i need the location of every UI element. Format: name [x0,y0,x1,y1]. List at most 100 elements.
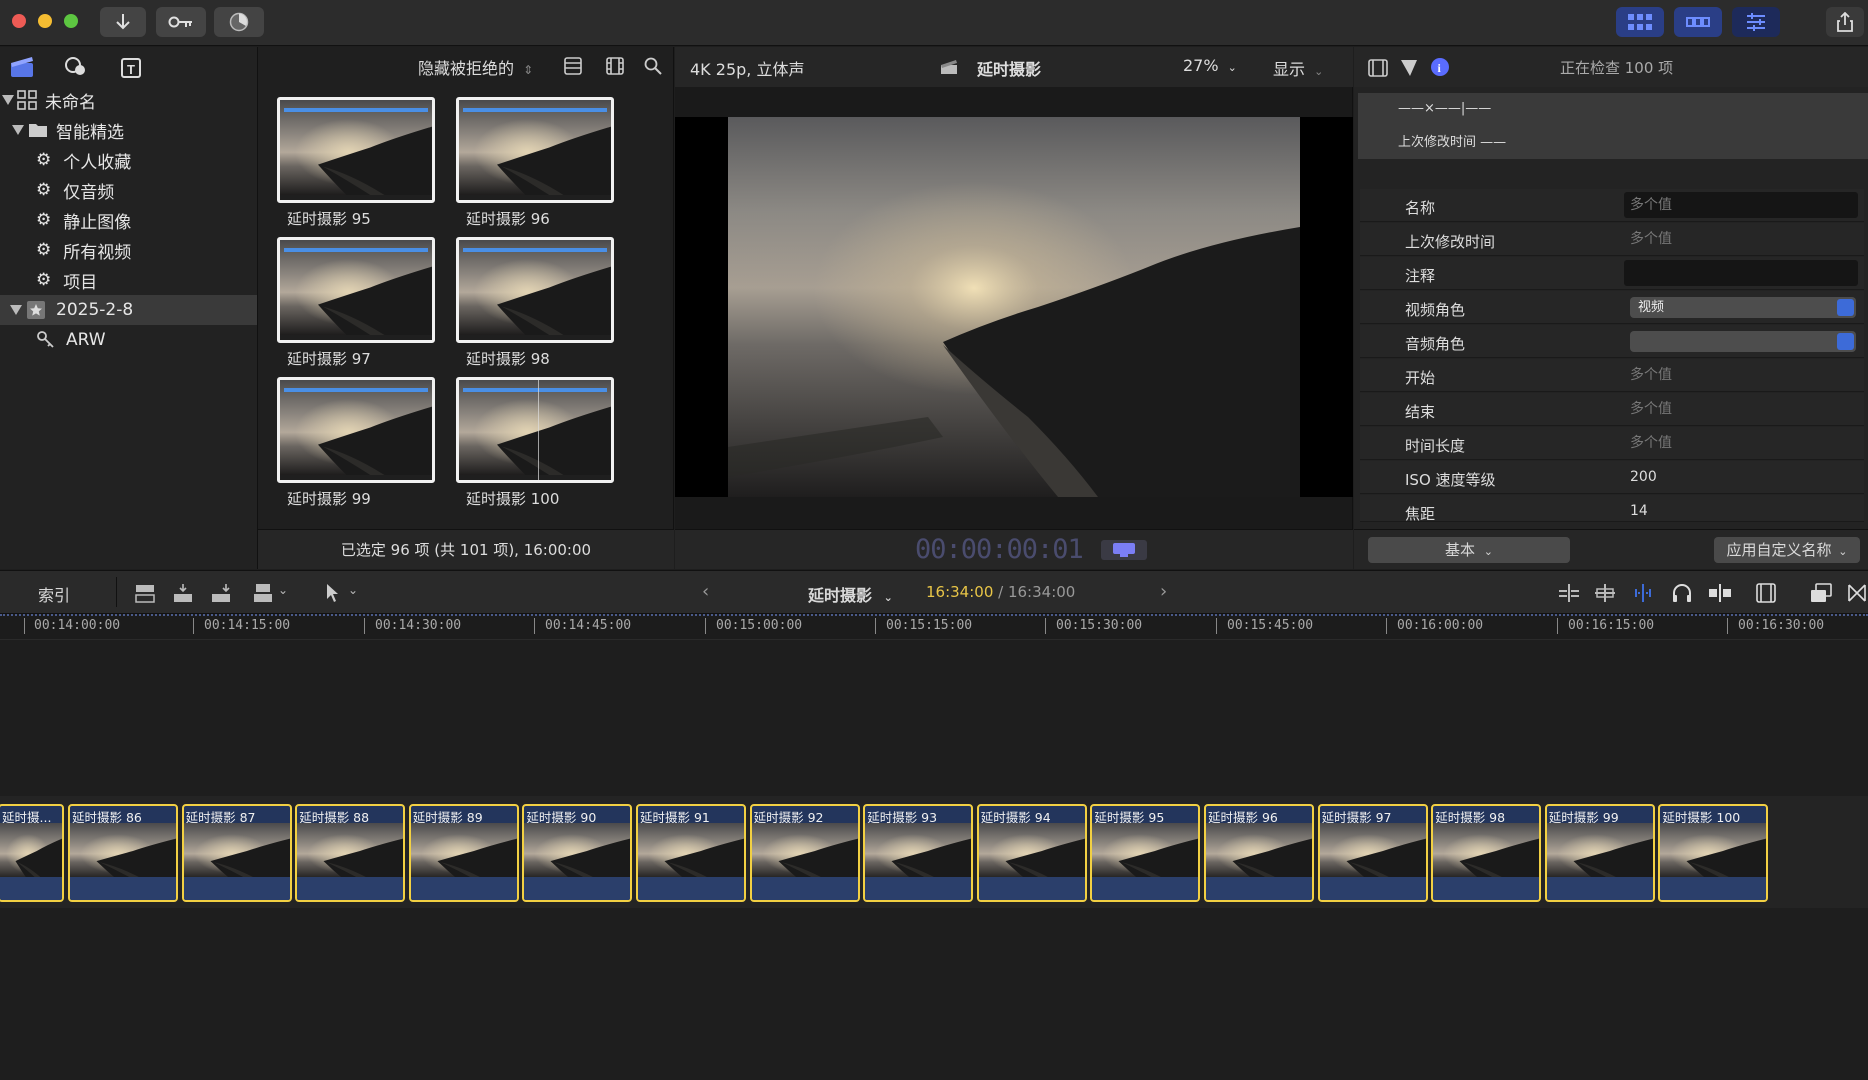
viewer-canvas[interactable] [675,117,1353,497]
browser-toggle-button[interactable] [1616,7,1664,37]
info-icon[interactable]: i [1430,57,1450,77]
overwrite-clip-icon[interactable] [252,583,274,603]
favorite-bar [284,388,428,392]
search-icon[interactable] [644,57,662,75]
film-inspector-icon[interactable] [1368,59,1388,77]
project-name: 延时摄影 [808,586,873,605]
browser-clip[interactable] [456,97,614,203]
sidebar-item-all-video[interactable]: ⚙ 所有视频 [0,235,257,265]
timeline-clip[interactable]: 延时摄影 92 [749,804,860,902]
timeline-clip[interactable]: 延时摄影 90 [522,804,633,902]
browser-clip[interactable] [456,237,614,343]
name-field[interactable]: 多个值 [1624,192,1858,218]
share-button[interactable] [1826,7,1864,37]
playback-options-button[interactable] [1101,540,1147,560]
timeline-clip[interactable]: 延时摄影 98 [1431,804,1542,902]
sidebar-item-event[interactable]: 2025-2-8 [0,295,257,325]
timeline-toggle-button[interactable] [1674,7,1722,37]
headphones-icon[interactable] [1672,583,1692,603]
disclosure-triangle-icon[interactable] [12,125,24,135]
zoom-window-button[interactable] [64,14,78,28]
notes-field[interactable] [1624,260,1858,286]
sidebar-item-favorites[interactable]: ⚙ 个人收藏 [0,145,257,175]
close-window-button[interactable] [12,14,26,28]
timeline-clip[interactable]: 延时摄影 94 [976,804,1087,902]
skimming-icon[interactable] [1558,583,1580,603]
connect-clip-icon[interactable] [134,583,156,603]
sidebar-item-smart-collections[interactable]: 智能精选 [0,115,257,145]
import-button[interactable] [100,7,146,37]
timeline-clip[interactable]: 延时摄影 87 [181,804,292,902]
display-popup[interactable]: 显示 ⌄ [1273,56,1323,80]
back-chevron-icon[interactable]: ‹ [702,581,709,602]
minimize-window-button[interactable] [38,14,52,28]
disclosure-triangle-icon[interactable] [2,95,14,105]
append-clip-icon[interactable] [210,583,232,603]
disclosure-triangle-icon[interactable] [10,305,22,315]
timeline-clip[interactable]: 延时摄影 97 [1317,804,1428,902]
clapper-icon[interactable] [10,55,34,79]
timeline-clip[interactable]: 延时摄影 96 [1204,804,1314,902]
row-label: 视频角色 [1405,301,1466,319]
keyword-editor-button[interactable] [156,7,206,37]
titles-icon[interactable]: T [120,55,144,79]
timeline-clip[interactable]: 延时摄影 91 [636,804,746,902]
tick-line [364,618,365,634]
background-tasks-button[interactable] [214,7,264,37]
list-view-icon[interactable] [564,57,582,75]
inspector-row-name: 名称 多个值 [1360,189,1864,222]
filter-inspector-icon[interactable] [1400,59,1418,77]
audio-skimming-icon[interactable] [1594,583,1616,603]
browser-clip[interactable] [277,97,435,203]
timeline-clip[interactable]: 延时摄影 95 [1090,804,1201,902]
index-button[interactable]: 索引 [38,582,70,606]
browser-clip[interactable] [277,237,435,343]
metadata-view-popup[interactable]: 基本 ⌄ [1368,537,1570,563]
timeline-ruler[interactable]: 00:14:00:00 00:14:15:00 00:14:30:00 00:1… [0,614,1868,640]
chevron-down-icon[interactable]: ⌄ [348,583,358,597]
viewer-timecode[interactable]: 00:00:00:01 [915,534,1084,565]
forward-chevron-icon[interactable]: › [1160,581,1167,602]
timeline[interactable]: 延时摄... 延时摄影 86 延时摄影 87 延时摄影 88 延时摄影 89 延时摄影 9… [0,641,1868,1080]
sidebar-item-library[interactable]: 未命名 [0,85,257,115]
favorite-bar [463,248,607,252]
timeline-index-icon[interactable] [1810,583,1832,603]
chevron-down-icon[interactable]: ⌄ [278,583,288,597]
arrow-tool-icon[interactable] [326,583,340,603]
effects-browser-icon[interactable] [1848,583,1866,603]
snapping-icon[interactable] [1708,583,1732,603]
timeline-clip[interactable]: 延时摄影 93 [863,804,974,902]
audio-role-select[interactable] [1630,331,1856,352]
sidebar-item-keyword-arw[interactable]: ARW [0,325,257,355]
project-popup[interactable]: 延时摄影 ⌄ [808,582,893,606]
timeline-clip[interactable]: 延时摄... [0,804,64,902]
timeline-clip-audio [1433,877,1540,900]
insert-clip-icon[interactable] [172,583,194,603]
timeline-clip[interactable]: 延时摄影 89 [408,804,519,902]
browser-clip[interactable] [456,377,614,483]
browser-clip[interactable] [277,377,435,483]
sidebar-item-stills[interactable]: ⚙ 静止图像 [0,205,257,235]
timeline-clip[interactable]: 延时摄影 99 [1544,804,1655,902]
video-role-select[interactable]: 视频 [1630,297,1856,318]
clip-appearance-icon[interactable] [1756,583,1776,603]
timeline-clip[interactable]: 延时摄影 88 [295,804,406,902]
apply-custom-name-popup[interactable]: 应用自定义名称 ⌄ [1714,537,1860,563]
sidebar-item-audio-only[interactable]: ⚙ 仅音频 [0,175,257,205]
timeline-clip[interactable]: 延时摄影 100 [1658,804,1769,902]
iso-value: 200 [1630,469,1657,485]
timeline-clip[interactable]: 延时摄影 86 [68,804,178,902]
timeline-clip-audio [410,877,517,900]
inspector-row-focal-length: 焦距 14 [1360,495,1864,523]
filmstrip-icon[interactable] [606,57,624,75]
filter-popup[interactable]: 隐藏被拒绝的 ⇕ [418,55,533,79]
inspector-toggle-button[interactable] [1732,7,1780,37]
timeline-clip-audio [70,877,176,900]
ruler-tick: 00:15:45:00 [1227,618,1314,633]
zoom-popup[interactable]: 27% ⌄ [1183,56,1237,75]
photos-music-icon[interactable] [64,55,88,79]
ruler-tick: 00:14:45:00 [545,618,632,633]
solo-icon[interactable] [1632,583,1654,603]
sidebar-item-projects[interactable]: ⚙ 项目 [0,265,257,295]
timeline-clip-filmstrip [297,823,403,879]
